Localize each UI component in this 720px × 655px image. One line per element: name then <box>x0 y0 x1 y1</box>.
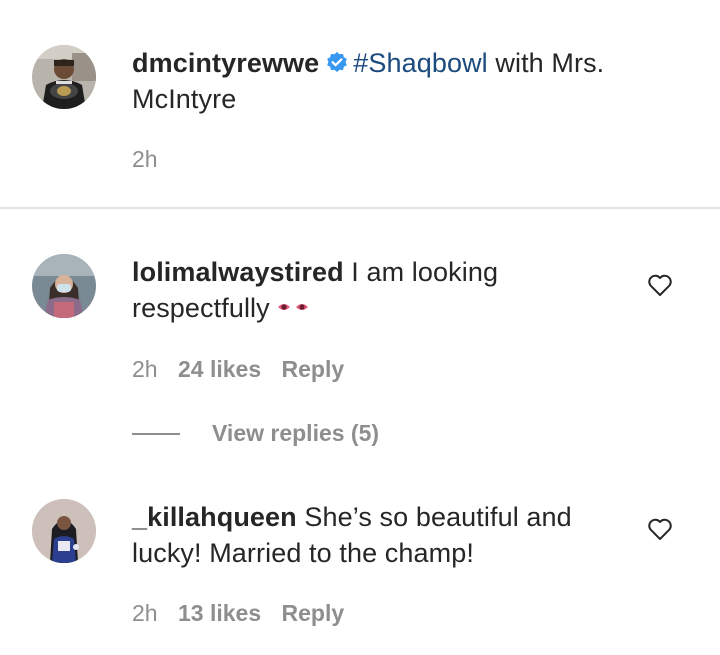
post-timestamp: 2h <box>132 146 158 172</box>
view-replies-label: View replies (5) <box>212 420 380 446</box>
likes-count[interactable]: 13 likes <box>178 600 261 627</box>
reply-button[interactable]: Reply <box>282 600 345 627</box>
comment-username[interactable]: _killahqueen <box>132 502 297 532</box>
avatar-dmcintyrewwe[interactable] <box>32 45 96 109</box>
heart-icon[interactable] <box>647 273 673 297</box>
comment-meta: 2h 13 likes Reply <box>132 600 344 627</box>
comment-text: lolimalwaystired I am looking respectful… <box>132 254 642 326</box>
comment-text: _killahqueen She’s so beautiful and luck… <box>132 499 642 571</box>
view-replies-line <box>132 432 180 435</box>
heart-icon[interactable] <box>647 517 673 541</box>
divider <box>0 207 720 209</box>
comment-timestamp: 2h <box>132 356 158 382</box>
comment-meta: 2h 24 likes Reply <box>132 356 344 383</box>
avatar-killahqueen[interactable] <box>32 499 96 563</box>
comment-timestamp: 2h <box>132 600 158 626</box>
hashtag-link[interactable]: #Shaqbowl <box>353 48 488 78</box>
verified-badge-icon <box>327 52 348 72</box>
avatar-lolimalwaystired[interactable] <box>32 254 96 318</box>
eyes-emoji <box>277 304 308 310</box>
username-dmcintyrewwe[interactable]: dmcintyrewwe <box>132 48 319 78</box>
comment-username[interactable]: lolimalwaystired <box>132 257 344 287</box>
caption-text: dmcintyrewwe #Shaqbowl with Mrs. McIntyre <box>132 45 642 117</box>
reply-button[interactable]: Reply <box>282 356 345 383</box>
likes-count[interactable]: 24 likes <box>178 356 261 383</box>
view-replies-button[interactable]: View replies (5) <box>132 420 379 454</box>
post-meta: 2h <box>132 146 158 173</box>
post-caption: dmcintyrewwe #Shaqbowl with Mrs. McIntyre… <box>0 0 720 208</box>
